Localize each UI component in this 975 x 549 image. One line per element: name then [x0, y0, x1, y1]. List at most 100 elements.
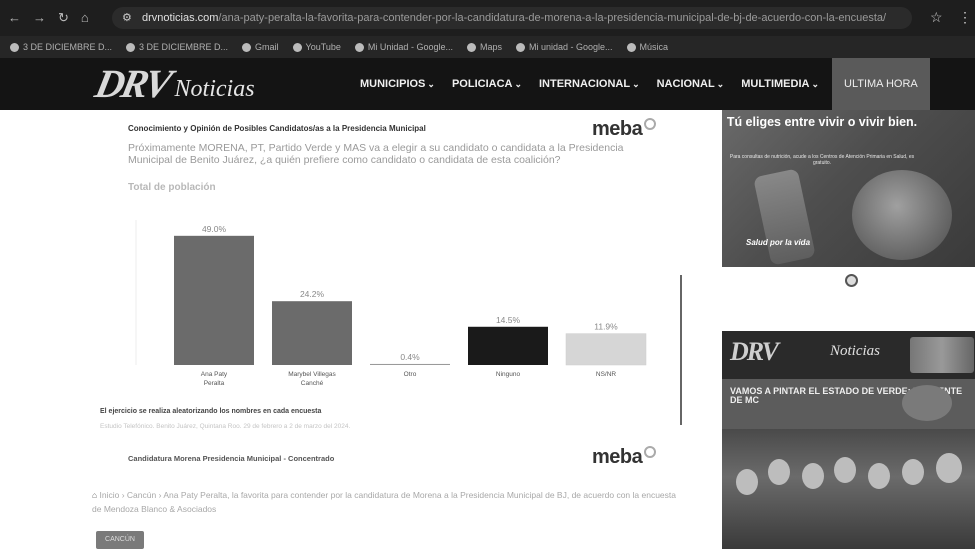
globe-icon[interactable] — [845, 274, 858, 287]
bookmark-item[interactable]: Gmail — [242, 42, 279, 53]
bookmark-item[interactable]: YouTube — [292, 42, 341, 53]
survey-question: Próximamente MORENA, PT, Partido Verde y… — [128, 142, 624, 166]
ad-title: Tú eliges entre vivir o vivir bien. — [726, 115, 918, 129]
chevron-down-icon: ⌄ — [716, 79, 725, 89]
site-logo[interactable]: DRV Noticias — [91, 61, 255, 106]
category-tag-button[interactable]: CANCÚN — [96, 531, 144, 549]
menu-item-internacional[interactable]: INTERNACIONAL ⌄ — [539, 78, 640, 90]
category-label-3: Ninguno — [496, 371, 521, 378]
bookmark-item[interactable]: 3 DE DICIEMBRE D... — [126, 42, 228, 53]
drv-logo-subtitle: Noticias — [830, 343, 881, 359]
bookmark-icon — [126, 43, 136, 53]
bookmark-item[interactable]: Mi Unidad - Google... — [354, 42, 453, 53]
bookmark-item[interactable]: 3 DE DICIEMBRE D... — [10, 42, 112, 53]
category-label-1: Canché — [301, 380, 324, 387]
bookmark-item[interactable]: Música — [626, 42, 668, 53]
category-label-0: Peralta — [204, 380, 225, 387]
menu-item-multimedia[interactable]: MULTIMEDIA ⌄ — [741, 78, 819, 90]
person-face — [736, 469, 758, 495]
browser-toolbar: ← → ↻ ⌂ ⚙ drvnoticias.com/ana-paty-peral… — [0, 0, 975, 36]
back-icon[interactable]: ← — [8, 10, 21, 26]
data-label-2: 0.4% — [400, 352, 420, 362]
crowd-photo[interactable] — [722, 429, 975, 549]
category-label-2: Otro — [404, 371, 417, 378]
category-label-4: NS/NR — [596, 371, 617, 378]
chevron-down-icon: ⌄ — [632, 79, 640, 89]
bookmark-item[interactable]: Mi unidad - Google... — [515, 42, 613, 53]
page-content: Conocimiento y Opinión de Posibles Candi… — [0, 110, 975, 549]
bar-3 — [468, 326, 548, 365]
ad-brand: Salud por la vida — [746, 238, 811, 247]
breadcrumb: ⌂ Inicio › Cancún › Ana Paty Peralta, la… — [92, 490, 677, 514]
browser-nav-buttons: ← → ↻ ⌂ — [8, 10, 89, 26]
category-label-0: Ana Paty — [201, 371, 228, 378]
survey-source: Estudio Telefónico. Benito Juárez, Quint… — [100, 423, 351, 430]
anchors-photo — [910, 337, 974, 373]
youtube-icon — [292, 43, 302, 53]
forward-icon[interactable]: → — [33, 10, 46, 26]
bar-1 — [272, 301, 352, 365]
survey-subtitle: Total de población — [128, 182, 216, 193]
drv-logo-mark: DRV — [730, 337, 779, 366]
home-icon[interactable]: ⌂ — [92, 490, 97, 500]
maps-icon — [466, 43, 476, 53]
bookmark-item[interactable]: Maps — [466, 42, 502, 53]
drive-icon — [515, 43, 525, 53]
address-bar[interactable]: ⚙ drvnoticias.com/ana-paty-peralta-la-fa… — [112, 7, 912, 29]
menu-item-policiaca[interactable]: POLICIACA ⌄ — [452, 78, 522, 90]
bar-4 — [565, 333, 647, 366]
bar-0 — [174, 235, 254, 365]
survey-note: El ejercicio se realiza aleatorizando lo… — [100, 408, 322, 415]
next-survey-title: Candidatura Morena Presidencia Municipal… — [128, 454, 335, 463]
main-menu: MUNICIPIOS ⌄ POLICIACA ⌄ INTERNACIONAL ⌄ NA… — [360, 58, 930, 110]
person-face — [868, 463, 890, 489]
gmail-icon — [242, 43, 252, 53]
url-path: /ana-paty-peralta-la-favorita-para-conte… — [218, 12, 887, 24]
person-face — [902, 459, 924, 485]
meba-logo: meba — [592, 118, 657, 141]
logo-subtitle: Noticias — [174, 76, 255, 102]
drv-promo-banner[interactable]: DRV Noticias — [722, 331, 975, 379]
promo-logo — [902, 385, 952, 421]
chevron-down-icon: ⌄ — [514, 79, 522, 89]
breadcrumb-title: Ana Paty Peralta, la favorita para conte… — [92, 490, 677, 514]
bookmark-star-icon[interactable]: ☆ — [930, 9, 943, 26]
menu-item-ultima-hora[interactable]: ULTIMA HORA — [832, 58, 930, 110]
drive-icon — [354, 43, 364, 53]
meba-logo: meba — [592, 446, 657, 469]
person-face — [802, 463, 824, 489]
data-label-1: 24.2% — [300, 289, 325, 299]
menu-item-municipios[interactable]: MUNICIPIOS ⌄ — [360, 78, 435, 90]
data-label-4: 11.9% — [594, 322, 618, 332]
bookmark-icon — [10, 43, 19, 53]
ad-body: Para consultas de nutrición, acude a los… — [729, 154, 915, 166]
data-label-0: 49.0% — [202, 224, 227, 234]
survey-bar-chart: 49.0% Ana Paty Peralta 24.2% Marybel Villega… — [135, 220, 647, 387]
category-label-1: Marybel Villegas — [288, 371, 336, 378]
health-ad-banner[interactable]: Tú eliges entre vivir o vivir bien. Para… — [722, 110, 975, 267]
news-promo-banner[interactable]: VAMOS A PINTAR EL ESTADO DE VERDE: DIRIG… — [722, 379, 975, 429]
chevron-down-icon: ⌄ — [811, 79, 819, 89]
person-face — [834, 457, 856, 483]
person-face — [768, 459, 790, 485]
ad-fruit-image — [852, 170, 952, 260]
scroll-divider — [680, 275, 682, 425]
reload-icon[interactable]: ↻ — [58, 10, 69, 26]
home-icon[interactable]: ⌂ — [81, 10, 89, 26]
site-info-icon[interactable]: ⚙ — [122, 7, 132, 29]
bookmarks-bar: 3 DE DICIEMBRE D... 3 DE DICIEMBRE D... … — [0, 36, 975, 58]
survey-header: Conocimiento y Opinión de Posibles Candi… — [128, 124, 426, 133]
url-domain: drvnoticias.com — [142, 12, 219, 24]
ad-glass-image — [753, 168, 816, 266]
breadcrumb-section[interactable]: Cancún — [127, 490, 156, 500]
chevron-down-icon: ⌄ — [427, 79, 435, 89]
breadcrumb-home[interactable]: Inicio — [100, 490, 120, 500]
site-header: DRV Noticias MUNICIPIOS ⌄ POLICIACA ⌄ INTE… — [0, 58, 975, 110]
data-label-3: 14.5% — [496, 315, 521, 325]
person-face — [936, 453, 962, 483]
meba-logo-icon — [644, 118, 657, 130]
meba-logo-icon — [644, 446, 657, 458]
menu-item-nacional[interactable]: NACIONAL ⌄ — [657, 78, 725, 90]
logo-mark: DRV — [91, 61, 174, 106]
browser-menu-icon[interactable]: ⋮ — [958, 9, 972, 26]
